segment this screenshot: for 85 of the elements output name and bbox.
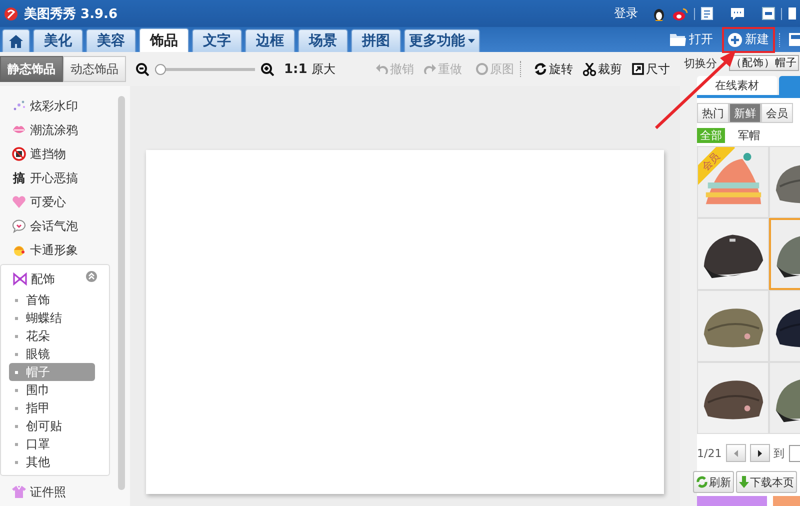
shirt-icon (12, 485, 26, 499)
speech-bubble-icon (12, 219, 26, 233)
chat-icon[interactable] (731, 8, 744, 20)
minimize-icon[interactable] (762, 7, 775, 20)
tab[interactable]: 饰品 (139, 28, 189, 52)
subcategory-item[interactable]: 围巾 (9, 381, 95, 399)
next-page-button[interactable] (750, 444, 770, 462)
penguin-icon[interactable] (652, 6, 666, 21)
menu-label: 更多功能 (409, 32, 465, 50)
mode-tab[interactable]: 动态饰品 (63, 56, 126, 82)
tab[interactable]: 文字 (192, 29, 242, 52)
actual-size-ratio[interactable]: 1:1 (284, 62, 308, 76)
redo-icon (424, 63, 436, 75)
open-button[interactable]: 打开 (665, 28, 718, 52)
prohibited-icon (12, 147, 26, 161)
page-indicator: 1/21 (697, 446, 722, 460)
subcategory-item[interactable]: 首饰 (9, 291, 95, 309)
new-button[interactable]: 新建 (723, 28, 774, 52)
category-dropdown[interactable]: （配饰）帽子 (729, 55, 799, 71)
glyph-icon: 搞 (12, 170, 26, 186)
heart-icon (12, 195, 26, 209)
zoom-out-icon[interactable] (136, 62, 149, 76)
slider-thumb[interactable] (155, 64, 166, 74)
tab[interactable]: 边框 (245, 29, 295, 52)
sort-tab[interactable]: 热门 (697, 103, 729, 123)
folder-icon (670, 33, 686, 46)
sort-tab[interactable]: 新鲜 (729, 103, 761, 123)
circle-icon (476, 63, 488, 75)
bow-icon (13, 272, 27, 286)
goto-label: 到 (774, 446, 785, 460)
category-label: 切换分 (684, 56, 717, 70)
sidebar-item[interactable]: 可爱心 (12, 190, 118, 214)
rotate-icon (534, 63, 547, 75)
collapse-icon[interactable] (86, 271, 97, 282)
weibo-icon[interactable] (672, 6, 688, 20)
subcategory-item[interactable]: 蝴蝶结 (9, 309, 95, 327)
subcategory-item[interactable]: 眼镜 (9, 345, 95, 363)
home-tab[interactable] (2, 29, 30, 52)
left-triangle-icon (734, 450, 738, 456)
refresh-button[interactable]: 刷新 (693, 471, 734, 493)
source-tab[interactable]: 在线素材 (697, 76, 777, 95)
resize-icon (632, 63, 644, 75)
sidebar-item[interactable]: 搞 开心恶搞 (12, 166, 118, 190)
sparkle-icon (12, 99, 26, 113)
subcategory-item[interactable]: 指甲 (9, 399, 95, 417)
document-icon[interactable] (701, 7, 713, 20)
right-triangle-icon (758, 450, 762, 456)
down-arrow-icon (739, 476, 749, 488)
refresh-icon (696, 476, 708, 488)
toolbar-button[interactable]: 裁剪 (583, 60, 622, 78)
scissors-icon (583, 62, 596, 76)
caret-icon (468, 39, 475, 43)
login-link[interactable]: 登录 (614, 5, 638, 22)
toolbar-button[interactable]: 尺寸 (632, 60, 670, 78)
undo-icon (376, 63, 388, 75)
sort-tab[interactable]: 会员 (761, 103, 793, 123)
tab[interactable]: 美容 (86, 29, 136, 52)
subcategory-item[interactable]: 口罩 (9, 435, 95, 453)
plus-icon (728, 32, 742, 46)
download-button[interactable]: 下载本页 (736, 471, 797, 493)
sidebar-item[interactable]: 证件照 (12, 480, 118, 504)
sidebar-item[interactable]: 炫彩水印 (12, 94, 118, 118)
toolbar-button[interactable]: 旋转 (534, 60, 573, 78)
filter-tag[interactable]: 军帽 (735, 128, 763, 142)
subcategory-item[interactable]: 创可贴 (9, 417, 95, 435)
more-menu-tab[interactable]: 更多功能 (404, 29, 480, 52)
actual-size-label[interactable]: 原大 (311, 60, 336, 78)
save-icon[interactable] (788, 32, 800, 47)
tab[interactable]: 美化 (33, 29, 83, 52)
tab[interactable]: 场景 (298, 29, 348, 52)
app-logo (4, 6, 18, 20)
home-icon (9, 34, 23, 48)
scrollbar[interactable] (118, 96, 125, 490)
zoom-in-icon[interactable] (261, 62, 274, 76)
subcategory-item[interactable]: 其他 (9, 453, 95, 471)
window-title: 美图秀秀 3.9.6 (24, 6, 118, 22)
tab[interactable]: 拼图 (351, 29, 401, 52)
sidebar-item[interactable]: 配饰 (13, 267, 109, 291)
cartoon-face-icon (12, 243, 26, 257)
mode-tab[interactable]: 静态饰品 (0, 56, 63, 82)
sidebar-item[interactable]: 潮流涂鸦 (12, 118, 118, 142)
sidebar-item[interactable]: 会话气泡 (12, 214, 118, 238)
sidebar-item[interactable]: 遮挡物 (12, 142, 118, 166)
sidebar-item[interactable]: 卡通形象 (12, 238, 118, 262)
subcategory-item[interactable]: 花朵 (9, 327, 95, 345)
